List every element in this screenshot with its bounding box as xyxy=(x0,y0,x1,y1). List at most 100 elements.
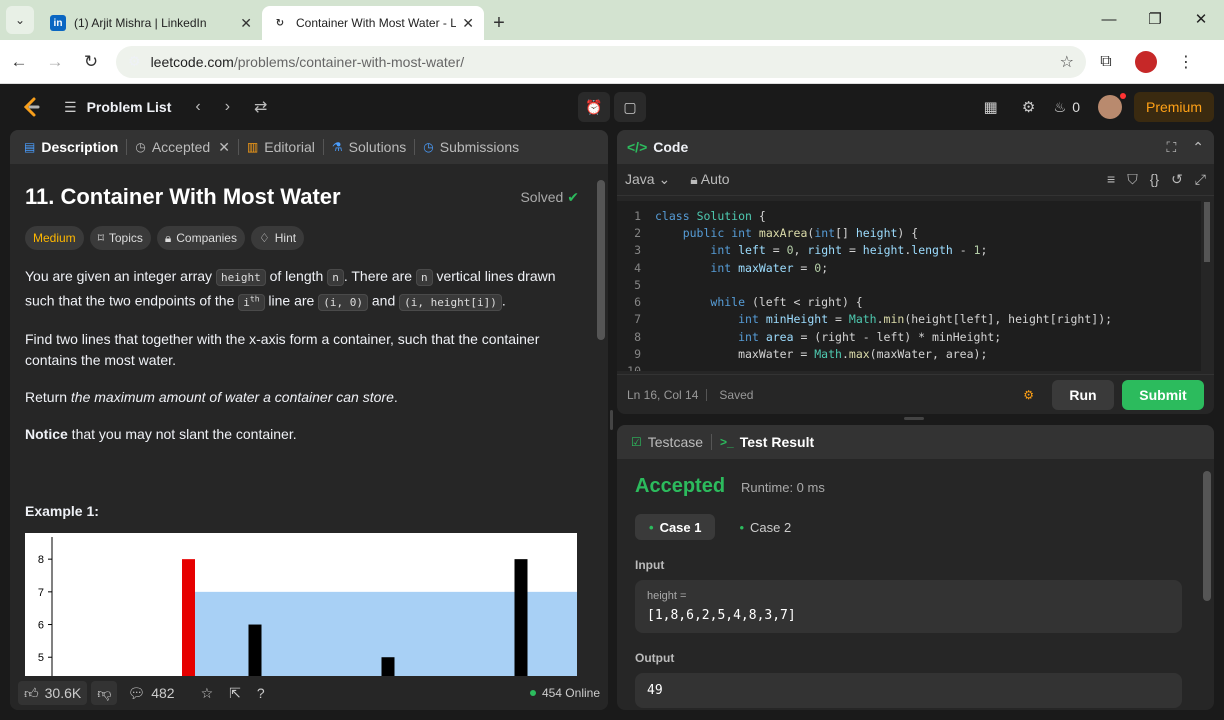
language-select[interactable]: Java ⌄ xyxy=(625,171,670,188)
minimize-icon[interactable]: — xyxy=(1086,0,1132,38)
tab-search-chevron-icon[interactable]: ⌄ xyxy=(6,6,34,34)
user-avatar[interactable] xyxy=(1097,93,1126,119)
close-icon[interactable]: ✕ xyxy=(240,15,252,32)
like-button[interactable]: 👍︎ 30.6K xyxy=(18,681,88,705)
help-icon[interactable]: ? xyxy=(251,681,271,705)
description-scrollbar[interactable] xyxy=(596,166,606,676)
submit-button[interactable]: Submit xyxy=(1122,379,1204,410)
share-icon[interactable]: ⇱ xyxy=(223,681,247,705)
site-info-icon[interactable]: ⚙ xyxy=(128,53,141,70)
tab-submissions[interactable]: ◷ Submissions xyxy=(415,130,527,164)
leetcode-logo-icon[interactable] xyxy=(20,96,42,118)
streak-counter[interactable]: ♨ 0 xyxy=(1054,99,1080,116)
case-1-tab[interactable]: • Case 1 xyxy=(635,514,716,540)
hint-tag[interactable]: ♢ Hint xyxy=(250,226,305,250)
tab-accepted[interactable]: ◷ Accepted ✕ xyxy=(127,130,238,164)
menu-dots-icon[interactable]: ⋮ xyxy=(1166,52,1206,72)
settings-gear-icon[interactable]: ⚙ xyxy=(1010,98,1048,116)
problem-paragraph-4: Notice that you may not slant the contai… xyxy=(25,425,297,442)
code-line[interactable]: 3 int left = 0, right = height.length - … xyxy=(617,242,1201,259)
case-label: Case 2 xyxy=(750,519,792,535)
extensions-icon[interactable]: ⧉ xyxy=(1086,53,1126,71)
tab-label: Accepted xyxy=(151,139,211,155)
code-footer: Ln 16, Col 14 Saved ⚙ Run Submit xyxy=(617,374,1214,414)
run-button[interactable]: Run xyxy=(1052,379,1114,410)
line-code: int maxWater = 0; xyxy=(710,260,829,275)
comments-button[interactable]: 💬︎ 482 xyxy=(121,681,180,705)
code-editor[interactable]: 1 class Solution {2 public int maxArea(in… xyxy=(617,201,1201,371)
problem-title[interactable]: 11. Container With Most Water xyxy=(25,184,341,210)
layout-grid-icon[interactable]: ▦ xyxy=(972,98,1010,116)
url-field[interactable]: ⚙ leetcode.com/problems/container-with-m… xyxy=(116,45,1086,78)
premium-button[interactable]: Premium xyxy=(1133,92,1214,122)
tab-test-result[interactable]: >_ Test Result xyxy=(712,425,822,459)
tab-description[interactable]: ▤ Description xyxy=(16,130,126,164)
note-icon[interactable]: ▢ xyxy=(614,92,646,122)
code-line[interactable]: 4 int maxWater = 0; xyxy=(617,259,1201,276)
new-tab-button[interactable]: + xyxy=(484,6,514,40)
topics-tag[interactable]: ⌑ Topics xyxy=(89,226,151,250)
reload-icon[interactable]: ↻ xyxy=(74,45,108,79)
next-problem-icon[interactable]: › xyxy=(225,98,230,116)
forward-arrow-icon[interactable]: → xyxy=(38,45,72,79)
code-line[interactable]: 2 public int maxArea(int[] height) { xyxy=(617,224,1201,241)
close-icon[interactable]: ✕ xyxy=(462,15,474,32)
code-line[interactable]: 9 maxWater = Math.max(maxWater, area); xyxy=(617,345,1201,362)
line-number: 2 xyxy=(634,225,641,240)
prev-problem-icon[interactable]: ‹ xyxy=(195,98,200,116)
browser-tab-leetcode[interactable]: ↻ Container With Most Water - Le ✕ xyxy=(262,6,484,40)
auto-mode[interactable]: 🔒︎ Auto xyxy=(690,171,729,188)
code-line[interactable]: 7 int minHeight = Math.min(height[left],… xyxy=(617,311,1201,328)
braces-icon[interactable]: {} xyxy=(1150,171,1159,188)
tab-editorial[interactable]: ▥ Editorial xyxy=(239,130,323,164)
code-line[interactable]: 10 xyxy=(617,363,1201,371)
divider xyxy=(706,388,708,401)
fullscreen-icon[interactable]: ⤢ xyxy=(1195,171,1206,188)
online-count: 454 Online xyxy=(541,686,600,700)
bookmark-icon[interactable]: ⛉ xyxy=(1127,171,1138,188)
result-scrollbar[interactable] xyxy=(1202,461,1212,707)
code-line[interactable]: 5 xyxy=(617,276,1201,293)
problem-description: 11. Container With Most Water Solved ✔ Me… xyxy=(10,164,594,676)
editor-scrollbar[interactable] xyxy=(1202,202,1212,370)
bookmark-star-icon[interactable]: ☆ xyxy=(1060,52,1074,72)
variable-value: [1,8,6,2,5,4,8,3,7] xyxy=(647,608,796,623)
profile-avatar[interactable] xyxy=(1135,50,1157,73)
lock-icon: 🔒︎ xyxy=(690,171,698,187)
close-icon[interactable]: ✕ xyxy=(218,139,230,156)
companies-tag[interactable]: 🔒︎ Companies xyxy=(156,226,245,250)
maximize-icon[interactable]: ⛶ xyxy=(1166,139,1176,156)
debug-bug-icon[interactable]: ⚙ xyxy=(1023,388,1034,402)
notification-dot xyxy=(1119,93,1126,99)
horizontal-resize-handle[interactable] xyxy=(904,417,924,420)
vertical-resize-handle[interactable] xyxy=(610,410,613,430)
favorite-star-icon[interactable]: ☆ xyxy=(195,681,220,705)
line-number: 3 xyxy=(634,243,641,258)
problem-list-link[interactable]: ☰ Problem List xyxy=(64,99,171,116)
reset-icon[interactable]: ↺ xyxy=(1171,171,1183,188)
loading-icon: ↻ xyxy=(275,17,285,29)
scrollbar-thumb[interactable] xyxy=(1203,471,1211,601)
case-2-tab[interactable]: • Case 2 xyxy=(725,514,805,540)
scrollbar-thumb[interactable] xyxy=(597,180,605,340)
case-label: Case 1 xyxy=(659,519,702,535)
collapse-chevron-icon[interactable]: ⌃ xyxy=(1192,139,1204,156)
code-line[interactable]: 8 int area = (right - left) * minHeight; xyxy=(617,328,1201,345)
dislike-button[interactable]: 👎︎ xyxy=(91,681,118,705)
tab-label: Editorial xyxy=(264,139,315,155)
code-line[interactable]: 1 class Solution { xyxy=(617,207,1201,224)
format-lines-icon[interactable]: ≡ xyxy=(1107,171,1115,188)
scrollbar-thumb[interactable] xyxy=(1204,202,1210,262)
url-text: leetcode.com/problems/container-with-mos… xyxy=(150,53,465,70)
timer-icon[interactable]: ⏰ xyxy=(578,92,610,122)
code-line[interactable]: 6 while (left < right) { xyxy=(617,293,1201,310)
browser-tab-linkedin[interactable]: in (1) Arjit Mishra | LinkedIn ✕ xyxy=(40,6,262,40)
restore-icon[interactable]: ❐ xyxy=(1132,0,1178,38)
tab-testcase[interactable]: ☑ Testcase xyxy=(623,425,711,459)
shuffle-icon[interactable]: ⇄ xyxy=(254,97,267,117)
close-window-icon[interactable]: ✕ xyxy=(1178,0,1224,38)
tab-label: Solutions xyxy=(348,139,407,155)
tab-title: (1) Arjit Mishra | LinkedIn xyxy=(74,16,207,30)
back-arrow-icon[interactable]: ← xyxy=(2,45,36,79)
tab-solutions[interactable]: ⚗ Solutions xyxy=(324,130,414,164)
